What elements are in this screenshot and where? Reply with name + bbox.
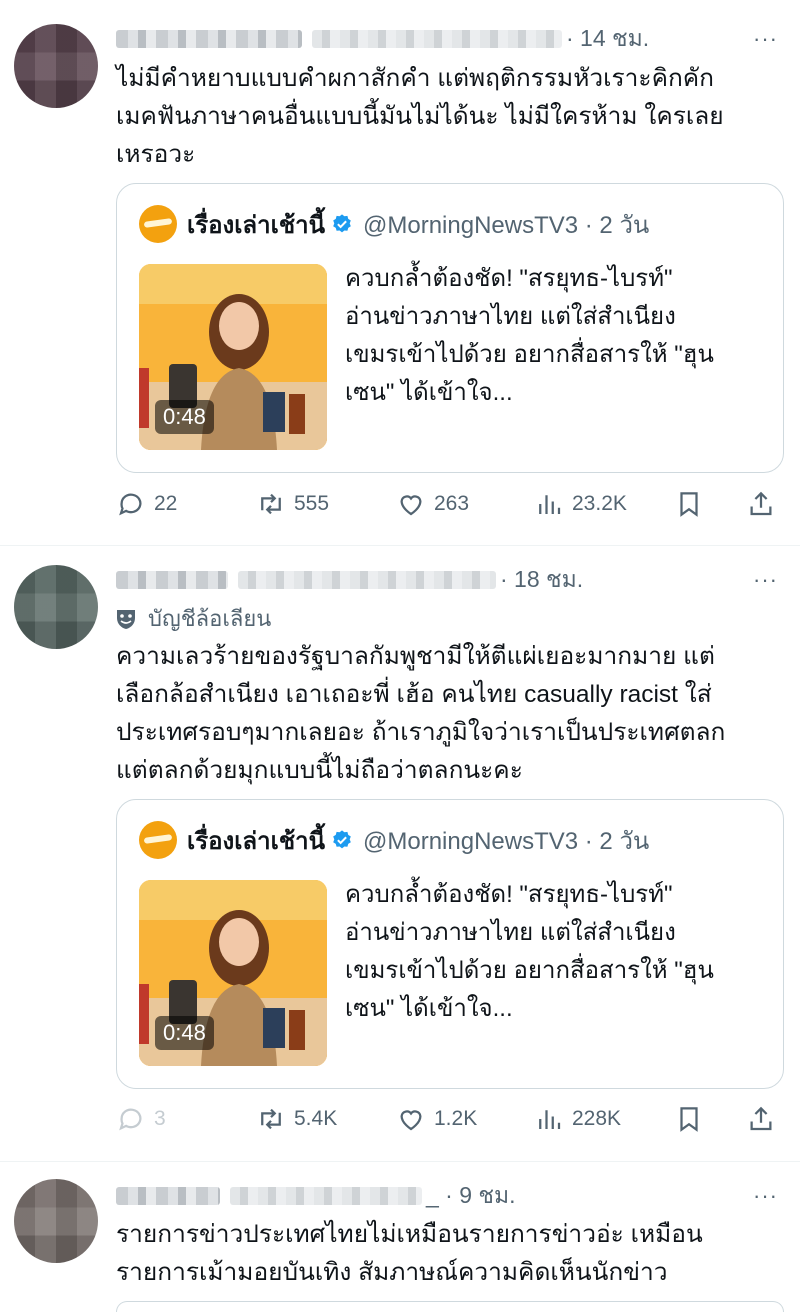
redacted-handle[interactable] [238,571,496,589]
more-options-icon[interactable]: ··· [753,1183,778,1209]
bookmark-button[interactable] [674,484,712,524]
tweet-text: ไม่มีคำหยาบแบบคำผกาสักคำ แต่พฤติกรรมหัวเ… [116,60,786,174]
share-icon [750,1106,772,1131]
view-count: 23.2K [572,492,627,515]
tweet-text-line: ประเทศรอบๆมากเลยอะ ถ้าเราภูมิใจว่าเราเป็… [116,719,726,746]
quoted-text-line: อ่านข่าวภาษาไทย แต่ใส่สำเนียง [345,919,676,946]
redacted-handle[interactable] [230,1187,422,1205]
tweet-header: _ · 9 ชม. [116,1179,516,1213]
more-options-icon[interactable]: ··· [753,567,778,593]
tweet-text-line: ไม่มีคำหยาบแบบคำผกาสักคำ แต่พฤติกรรมหัวเ… [116,65,715,92]
quoted-tweet-text: ควบกล้ำต้องชัด! "สรยุทธ-ไบรท์" อ่านข่าวภ… [345,876,765,1028]
more-options-icon[interactable]: ··· [753,26,778,52]
quoted-tweet-header: เรื่องเล่าเช้านี้ @MorningNewsTV3 · 2 วั… [139,204,649,244]
repost-icon [261,1108,281,1130]
redacted-display-name[interactable] [116,571,228,589]
like-button[interactable]: 1.2K [396,1099,477,1139]
tweet[interactable]: · 18 ชม. ··· บัญชีล้อเลียน ความเลวร้ายขอ… [0,551,800,1157]
like-count: 1.2K [434,1107,478,1130]
tweet-text-line: เมคฟันภาษาคนอื่นแบบนี้มันไม่ได้นะ ไม่มีใ… [116,103,724,130]
views-icon [539,1110,561,1129]
like-button[interactable]: 263 [396,484,469,524]
verified-badge-icon [333,214,351,233]
reply-count: 22 [154,492,178,515]
views-button[interactable]: 23.2K [534,484,627,524]
video-duration: 0:48 [155,1016,214,1050]
tweet-text-line: เหรอวะ [116,141,196,168]
video-duration: 0:48 [155,400,214,434]
views-button[interactable]: 228K [534,1099,621,1139]
heart-icon [400,495,422,516]
repost-count: 5.4K [294,1107,338,1130]
quoted-text-line: เซน" ได้เข้าใจ... [345,995,513,1022]
bookmark-button[interactable] [674,1099,712,1139]
tweet-text-line: เลือกล้อสำเนียง เอาเถอะพี่ เฮ้อ คนไทย ca… [116,681,712,708]
repost-icon [261,493,281,515]
share-icon [750,491,772,516]
quoted-text-line: ควบกล้ำต้องชัด! "สรยุทธ-ไบรท์" [345,881,673,908]
quoted-author-name[interactable]: เรื่องเล่าเช้านี้ [187,205,325,244]
tweet[interactable]: · 14 ชม. ··· ไม่มีคำหยาบแบบคำผกาสักคำ แต… [0,0,800,540]
quoted-text-line: เซน" ได้เข้าใจ... [345,379,513,406]
tweet-text: ความเลวร้ายของรัฐบาลกัมพูชามีให้ตีแผ่เยอ… [116,638,786,790]
redacted-handle[interactable] [312,30,562,48]
bookmark-icon [680,1107,698,1132]
action-bar: 22 555 263 23.2K [116,484,786,524]
share-button[interactable] [746,1099,784,1139]
tweet-divider [0,545,800,546]
tweet-text-line: รายการเม้ามอยบันเทิง สัมภาษณ์ความคิดเห็น… [116,1259,668,1286]
quoted-author-name[interactable]: เรื่องเล่าเช้านี้ [187,821,325,860]
views-icon [539,495,561,514]
heart-icon [400,1110,422,1131]
parody-label-text: บัญชีล้อเลียน [148,606,272,631]
tweet-header: · 14 ชม. [116,22,649,56]
quoted-text-line: อ่านข่าวภาษาไทย แต่ใส่สำเนียง [345,303,676,330]
reply-count: 3 [154,1107,166,1130]
avatar[interactable] [14,1179,98,1263]
redacted-display-name[interactable] [116,1187,220,1205]
quoted-tweet[interactable]: เรื่องเล่าเช้านี้ @MorningNewsTV3 · 2 วั… [116,183,784,473]
tweet-timestamp[interactable]: · 14 ชม. [566,21,649,57]
repost-button[interactable]: 555 [256,484,329,524]
action-bar: 3 5.4K 1.2K 228K [116,1099,786,1139]
share-button[interactable] [746,484,784,524]
video-thumbnail[interactable]: 0:48 [139,264,327,450]
parody-mask-icon [117,609,135,629]
verified-badge-icon [333,830,351,849]
repost-count: 555 [294,492,330,515]
tweet-timestamp[interactable]: · 18 ชม. [500,562,583,598]
quoted-text-line: เขมรเข้าไปด้วย อยากสื่อสารให้ "ฮุน [345,957,714,984]
tweet-divider [0,1161,800,1162]
channel-logo[interactable] [139,821,177,859]
view-count: 228K [572,1107,622,1130]
tweet-timestamp[interactable]: _ · 9 ชม. [426,1178,516,1214]
like-count: 263 [434,492,470,515]
avatar[interactable] [14,565,98,649]
reply-button[interactable]: 3 [116,1099,166,1139]
quoted-text-line: เขมรเข้าไปด้วย อยากสื่อสารให้ "ฮุน [345,341,714,368]
channel-logo[interactable] [139,205,177,243]
tweet-header: · 18 ชม. [116,563,583,597]
tweet-text-line: ความเลวร้ายของรัฐบาลกัมพูชามีให้ตีแผ่เยอ… [116,643,715,670]
quoted-handle-and-time[interactable]: @MorningNewsTV3 · 2 วัน [363,821,649,860]
quoted-tweet-partial[interactable] [116,1301,784,1312]
tweet-text: รายการข่าวประเทศไทยไม่เหมือนรายการข่าวอ่… [116,1216,786,1292]
tweet[interactable]: _ · 9 ชม. ··· รายการข่าวประเทศไทยไม่เหมื… [0,1167,800,1312]
avatar[interactable] [14,24,98,108]
reply-icon [119,493,142,516]
quoted-text-line: ควบกล้ำต้องชัด! "สรยุทธ-ไบรท์" [345,265,673,292]
tweet-text-line: รายการข่าวประเทศไทยไม่เหมือนรายการข่าวอ่… [116,1221,703,1248]
reply-icon [119,1108,142,1131]
repost-button[interactable]: 5.4K [256,1099,337,1139]
redacted-display-name[interactable] [116,30,302,48]
reply-button[interactable]: 22 [116,484,177,524]
quoted-tweet-text: ควบกล้ำต้องชัด! "สรยุทธ-ไบรท์" อ่านข่าวภ… [345,260,765,412]
bookmark-icon [680,492,698,517]
tweet-text-line: แต่ตลกด้วยมุกแบบนี้ไม่ถือว่าตลกนะคะ [116,757,523,784]
quoted-tweet[interactable]: เรื่องเล่าเช้านี้ @MorningNewsTV3 · 2 วั… [116,799,784,1089]
quoted-tweet-header: เรื่องเล่าเช้านี้ @MorningNewsTV3 · 2 วั… [139,820,649,860]
parody-account-label: บัญชีล้อเลียน [116,601,271,636]
video-thumbnail[interactable]: 0:48 [139,880,327,1066]
quoted-handle-and-time[interactable]: @MorningNewsTV3 · 2 วัน [363,205,649,244]
